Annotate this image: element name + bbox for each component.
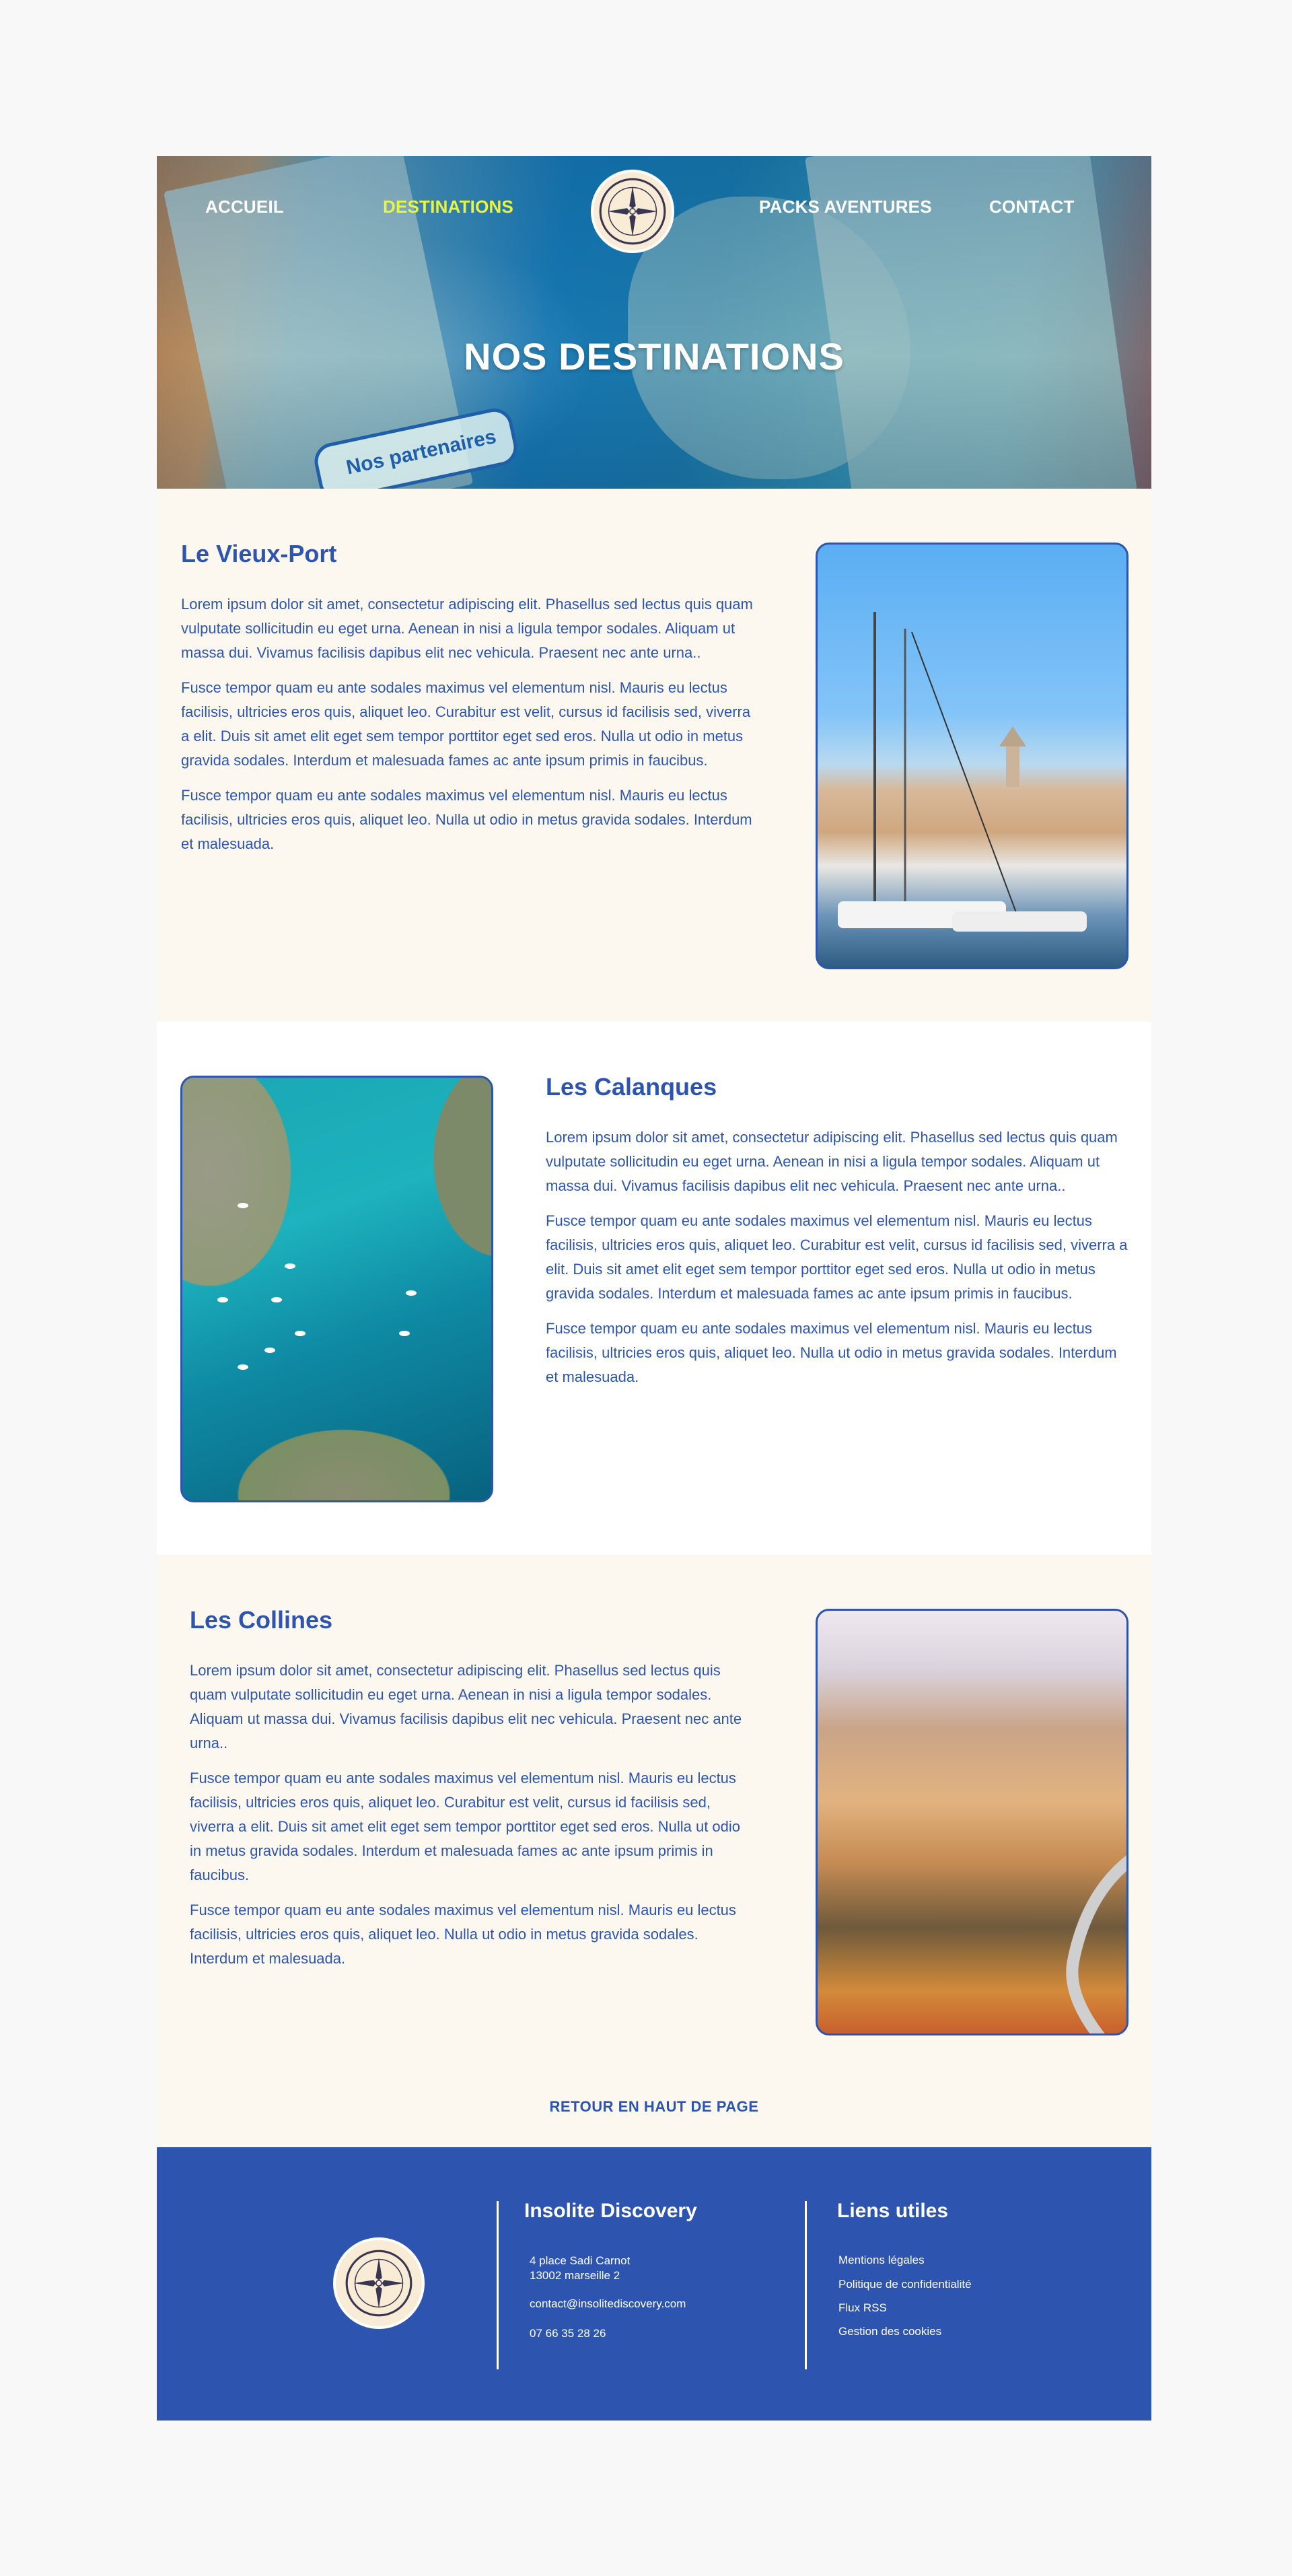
paragraph: Fusce tempor quam eu ante sodales maximu… <box>181 787 752 852</box>
address-line: 13002 marseille 2 <box>530 2269 620 2282</box>
paragraph: Fusce tempor quam eu ante sodales maximu… <box>181 679 751 769</box>
paragraph: Lorem ipsum dolor sit amet, consectetur … <box>181 596 753 661</box>
section-vieux-port: Le Vieux-Port Lorem ipsum dolor sit amet… <box>157 489 1151 1022</box>
photo-vieux-port <box>816 543 1128 969</box>
address-line: 4 place Sadi Carnot <box>530 2254 631 2267</box>
footer-address: 4 place Sadi Carnot 13002 marseille 2 <box>530 2254 630 2283</box>
section-title: Les Collines <box>190 1606 333 1634</box>
hills-illustration <box>1066 1855 1126 2033</box>
footer-phone[interactable]: 07 66 35 28 26 <box>530 2326 606 2341</box>
boats-illustration <box>838 612 1087 932</box>
footer-divider <box>805 2201 807 2369</box>
compass-icon <box>599 178 666 245</box>
paragraph: Fusce tempor quam eu ante sodales maximu… <box>546 1320 1117 1385</box>
footer-email[interactable]: contact@insolitediscovery.com <box>530 2297 686 2311</box>
paragraph: Fusce tempor quam eu ante sodales maximu… <box>546 1212 1128 1302</box>
section-text: Lorem ipsum dolor sit amet, consectetur … <box>546 1125 1130 1400</box>
footer-links-title: Liens utiles <box>837 2200 949 2222</box>
paragraph: Fusce tempor quam eu ante sodales maximu… <box>190 1770 741 1883</box>
footer-link-privacy[interactable]: Politique de confidentialité <box>838 2278 972 2291</box>
nav-item-packs-aventures[interactable]: PACKS AVENTURES <box>759 197 932 217</box>
logo[interactable] <box>591 170 674 253</box>
footer-divider <box>497 2201 499 2369</box>
section-text: Lorem ipsum dolor sit amet, consectetur … <box>190 1659 755 1982</box>
photo-calanques <box>180 1076 493 1502</box>
boats-illustration <box>217 1203 417 1370</box>
paragraph: Lorem ipsum dolor sit amet, consectetur … <box>190 1662 742 1751</box>
nav-item-contact[interactable]: CONTACT <box>989 197 1075 217</box>
footer: Insolite Discovery 4 place Sadi Carnot 1… <box>157 2147 1151 2421</box>
nav-item-destinations[interactable]: DESTINATIONS <box>383 197 513 217</box>
section-collines: Les Collines Lorem ipsum dolor sit amet,… <box>157 1555 1151 2147</box>
footer-logo[interactable] <box>333 2237 425 2329</box>
page-title: NOS DESTINATIONS <box>464 335 845 378</box>
photo-collines <box>816 1609 1128 2035</box>
section-calanques: Les Calanques Lorem ipsum dolor sit amet… <box>157 1022 1151 1555</box>
section-title: Le Vieux-Port <box>181 540 337 567</box>
paragraph: Fusce tempor quam eu ante sodales maximu… <box>190 1902 736 1967</box>
hero-banner: Nos partenaires ACCUEIL DESTINATIONS PAC… <box>157 156 1151 489</box>
section-title: Les Calanques <box>546 1073 717 1101</box>
footer-company-name: Insolite Discovery <box>524 2200 697 2222</box>
footer-link-cookies[interactable]: Gestion des cookies <box>838 2325 941 2338</box>
page: Nos partenaires ACCUEIL DESTINATIONS PAC… <box>157 156 1151 2421</box>
footer-link-mentions[interactable]: Mentions légales <box>838 2254 925 2267</box>
section-text: Lorem ipsum dolor sit amet, consectetur … <box>181 592 760 867</box>
back-to-top-link[interactable]: RETOUR EN HAUT DE PAGE <box>157 2098 1151 2116</box>
nav-item-accueil[interactable]: ACCUEIL <box>205 197 284 217</box>
footer-link-rss[interactable]: Flux RSS <box>838 2301 887 2315</box>
paragraph: Lorem ipsum dolor sit amet, consectetur … <box>546 1129 1118 1194</box>
compass-icon <box>345 2250 412 2317</box>
